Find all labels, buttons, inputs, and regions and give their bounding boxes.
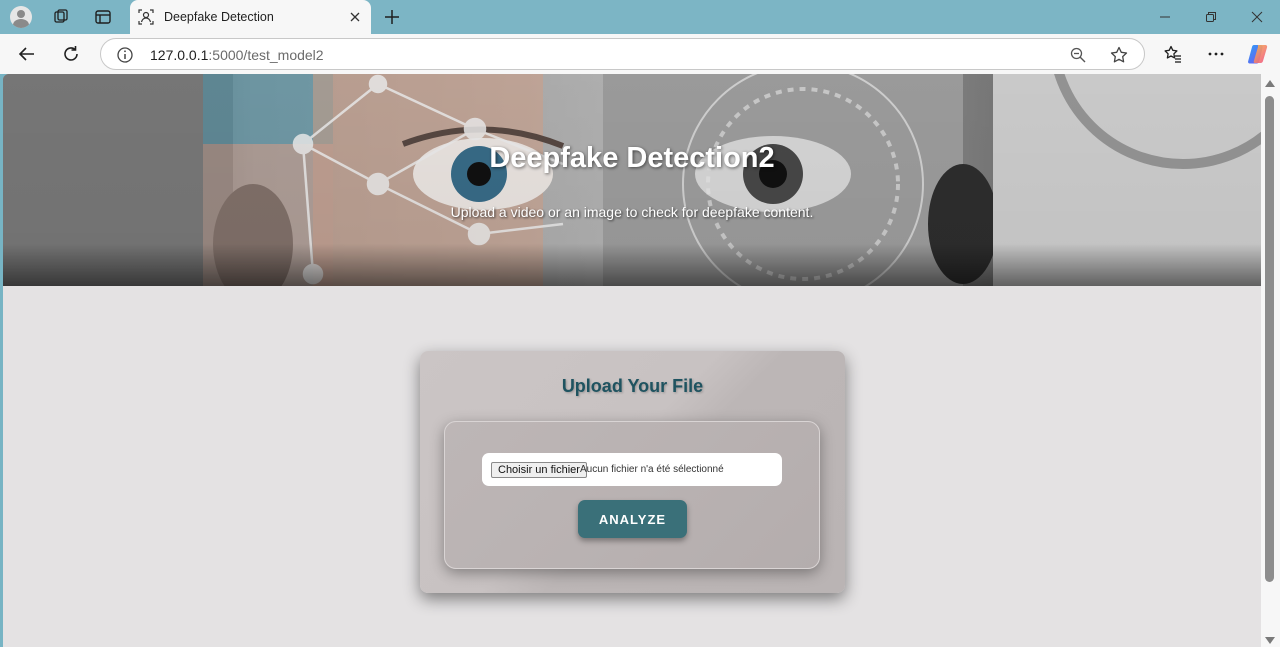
tab-title: Deepfake Detection (164, 10, 274, 24)
page-subtitle: Upload a video or an image to check for … (450, 204, 814, 220)
hero-shade (3, 74, 1261, 286)
browser-toolbar: 127.0.0.1:5000/test_model2 (0, 34, 1280, 74)
favorites-icon[interactable] (1161, 42, 1185, 66)
new-tab-icon[interactable] (381, 6, 403, 28)
upload-heading: Upload Your File (561, 376, 704, 396)
url-text[interactable]: 127.0.0.1:5000/test_model2 (150, 47, 324, 63)
copilot-icon[interactable] (1246, 42, 1270, 66)
face-scan-icon (138, 9, 154, 25)
profile-icon[interactable] (10, 6, 32, 28)
tab-strip: Deepfake Detection (0, 0, 1280, 34)
choose-file-button[interactable]: Choisir un fichier (491, 462, 587, 478)
upload-form: Choisir un fichier Aucun fichier n'a été… (444, 421, 820, 569)
scroll-down-arrow-icon[interactable] (1265, 637, 1275, 644)
workspaces-icon[interactable] (50, 6, 72, 28)
close-window-button[interactable] (1246, 6, 1268, 28)
close-tab-icon[interactable] (346, 8, 364, 26)
zoom-out-icon[interactable] (1069, 46, 1087, 64)
page-viewport: Deepfake Detection2 Upload a video or an… (3, 74, 1261, 647)
vertical-tabs-icon[interactable] (92, 6, 114, 28)
more-options-icon[interactable] (1204, 42, 1228, 66)
address-bar[interactable]: 127.0.0.1:5000/test_model2 (100, 38, 1145, 70)
hero-banner: Deepfake Detection2 Upload a video or an… (3, 74, 1261, 286)
favorite-star-icon[interactable] (1109, 45, 1129, 65)
vertical-scrollbar[interactable] (1261, 74, 1280, 647)
active-tab[interactable]: Deepfake Detection (130, 0, 371, 34)
scroll-up-arrow-icon[interactable] (1265, 80, 1275, 87)
restore-button[interactable] (1200, 6, 1222, 28)
page-title: Deepfake Detection2 (489, 142, 775, 174)
upload-card: Upload Your File Choisir un fichier Aucu… (420, 351, 845, 593)
minimize-button[interactable] (1154, 6, 1176, 28)
refresh-button[interactable] (59, 42, 83, 66)
analyze-button[interactable]: ANALYZE (578, 500, 687, 538)
file-status-text: Aucun fichier n'a été sélectionné (580, 464, 724, 475)
file-input[interactable]: Choisir un fichier Aucun fichier n'a été… (482, 453, 782, 486)
scroll-thumb[interactable] (1265, 96, 1274, 582)
site-info-icon[interactable] (116, 46, 134, 64)
back-button[interactable] (15, 42, 39, 66)
